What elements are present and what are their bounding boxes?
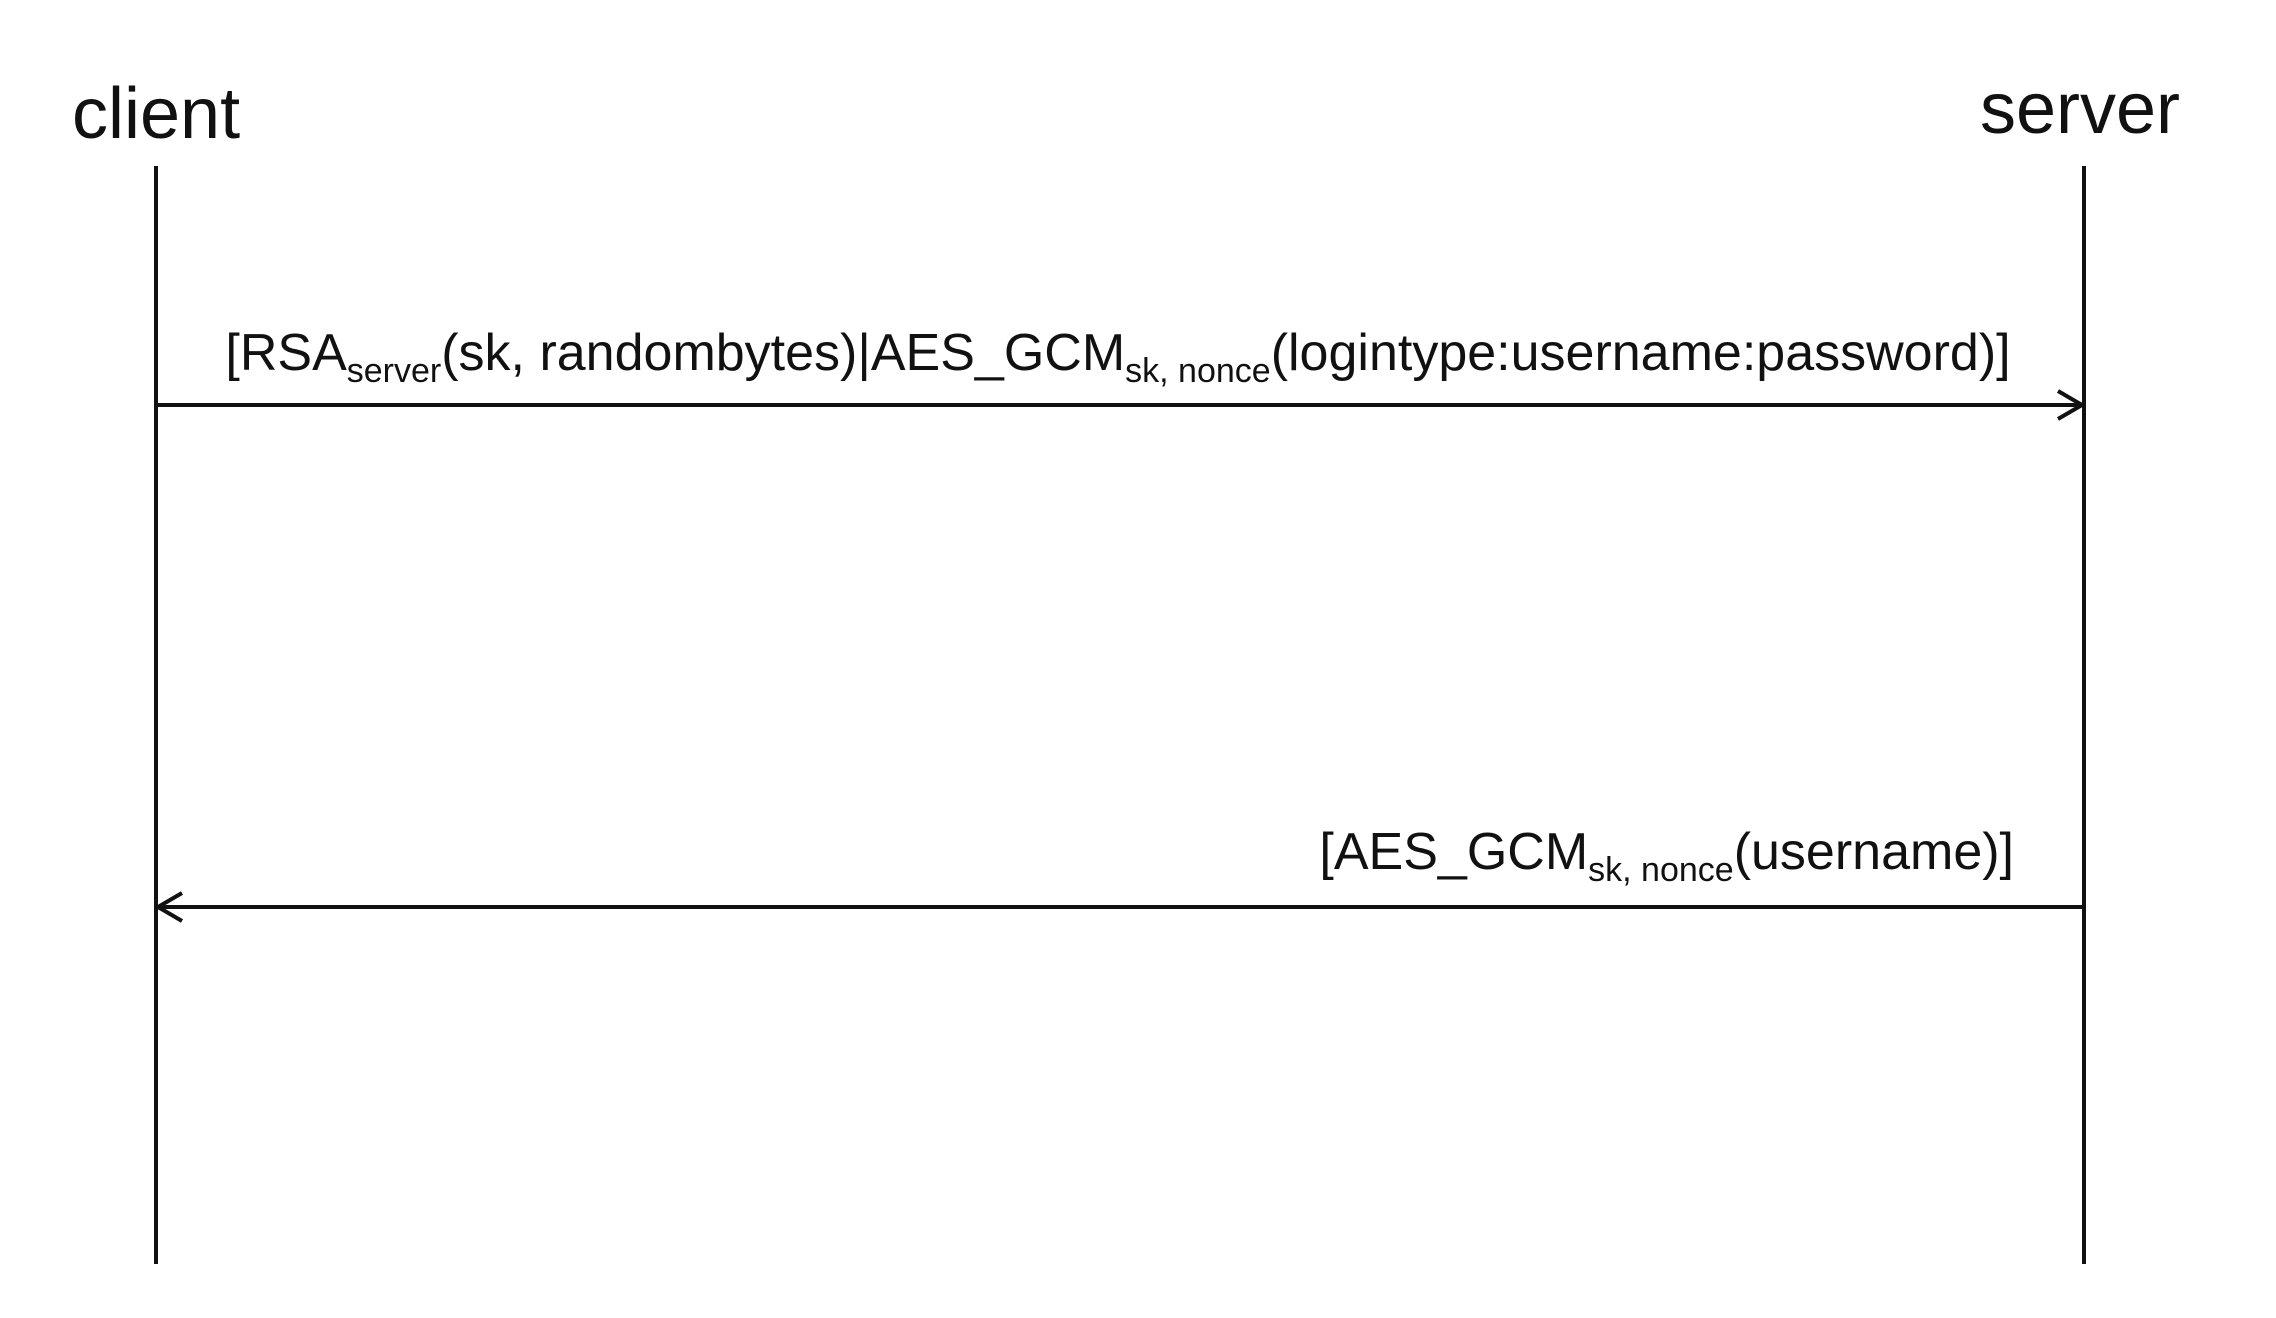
label-part: [AES_GCM bbox=[1319, 823, 1588, 881]
message-login-request-label: [RSAserver(sk, randombytes)|AES_GCMsk, n… bbox=[225, 324, 2010, 390]
label-part: (username)] bbox=[1734, 823, 2014, 881]
message-login-response: [AES_GCMsk, nonce(username)] bbox=[154, 823, 2084, 923]
label-part: (logintype:username:password)] bbox=[1271, 324, 2011, 382]
message-login-request: [RSAserver(sk, randombytes)|AES_GCMsk, n… bbox=[156, 324, 2086, 421]
label-part: [RSA bbox=[225, 324, 347, 382]
participant-client-label: client bbox=[72, 74, 240, 154]
label-part: (sk, randombytes)|AES_GCM bbox=[441, 324, 1125, 382]
label-subscript: sk, nonce bbox=[1125, 352, 1271, 390]
label-subscript: sk, nonce bbox=[1588, 851, 1734, 889]
sequence-diagram: client server [RSAserver(sk, randombytes… bbox=[72, 69, 2180, 1264]
message-login-response-label: [AES_GCMsk, nonce(username)] bbox=[1319, 823, 2014, 889]
participant-server-label: server bbox=[1980, 69, 2180, 149]
label-subscript: server bbox=[347, 352, 441, 390]
